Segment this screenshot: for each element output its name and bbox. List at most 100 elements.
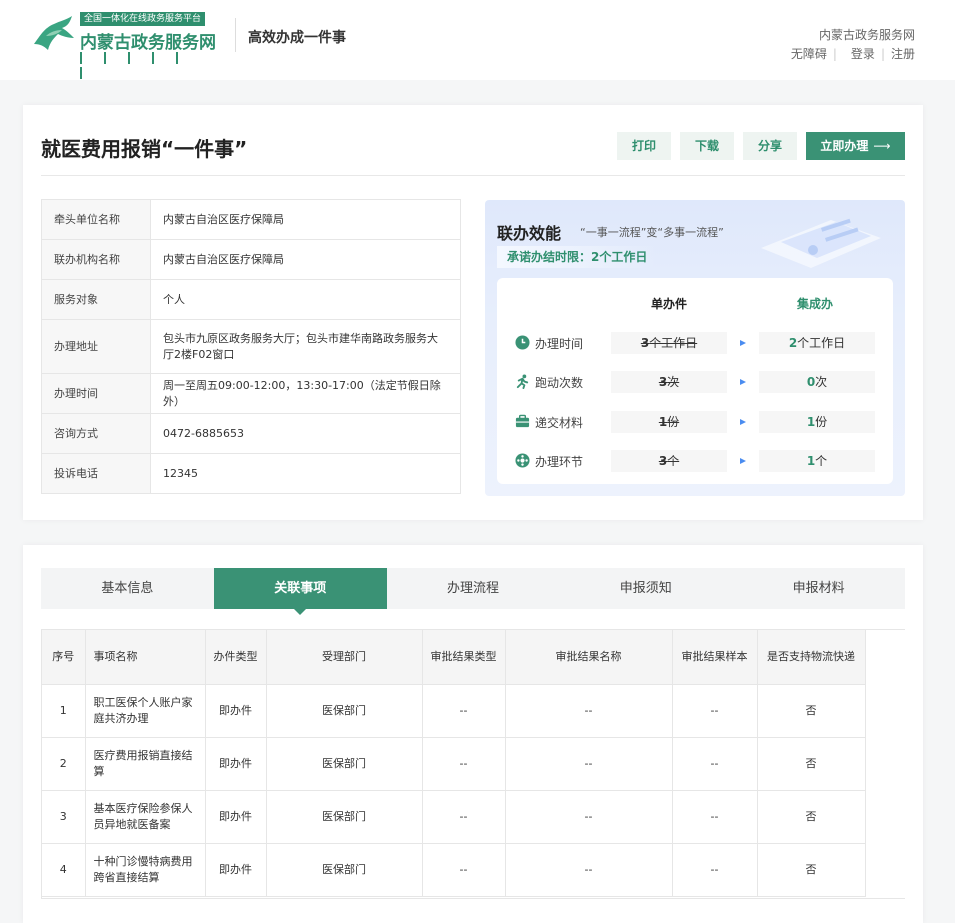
single-unit: 个工作日 bbox=[649, 336, 698, 350]
info-row: 咨询方式 0472-6885653 bbox=[41, 413, 461, 454]
item-name[interactable]: 基本医疗保险参保人员异地就医备案 bbox=[84, 789, 206, 844]
combined-value: 1份 bbox=[759, 411, 875, 433]
combined-number: 1 bbox=[806, 415, 816, 429]
combined-unit: 个 bbox=[815, 454, 828, 468]
info-row: 办理地址 包头市九原区政务服务大厅；包头市建华南路政务服务大厅2楼F02窗口 bbox=[41, 319, 461, 374]
print-button[interactable]: 打印 bbox=[617, 132, 671, 160]
combined-value: 0次 bbox=[759, 371, 875, 393]
result-name: -- bbox=[504, 789, 673, 844]
express-support: 否 bbox=[756, 736, 866, 791]
efficiency-title: 联办效能 bbox=[497, 224, 562, 243]
table-row[interactable]: 4 十种门诊慢特病费用跨省直接结算 即办件 医保部门 -- -- -- 否 bbox=[42, 842, 866, 897]
table-header: 事项名称 bbox=[84, 630, 206, 685]
info-label: 办理地址 bbox=[41, 319, 151, 374]
item-type: 即办件 bbox=[204, 736, 267, 791]
table-row[interactable]: 3 基本医疗保险参保人员异地就医备案 即办件 医保部门 -- -- -- 否 bbox=[42, 789, 866, 844]
item-name[interactable]: 医疗费用报销直接结算 bbox=[84, 736, 206, 791]
result-sample: -- bbox=[671, 683, 758, 738]
link-separator: | bbox=[832, 47, 837, 61]
single-column-header: 单办件 bbox=[651, 297, 688, 311]
info-label: 联办机构名称 bbox=[41, 239, 151, 280]
info-value: 个人 bbox=[150, 279, 461, 320]
share-button[interactable]: 分享 bbox=[743, 132, 797, 160]
info-row: 办理时间 周一至周五09:00-12:00，13:30-17:00（法定节假日除外… bbox=[41, 373, 461, 414]
combined-unit: 次 bbox=[815, 375, 828, 389]
info-row: 牵头单位名称 内蒙古自治区医疗保障局 bbox=[41, 199, 461, 240]
tab-related-items[interactable]: 关联事项 bbox=[213, 568, 387, 615]
running-icon bbox=[516, 374, 529, 389]
table-header: 序号 bbox=[42, 630, 86, 685]
table-header: 审批结果类型 bbox=[421, 630, 506, 685]
combined-value: 2个工作日 bbox=[759, 332, 875, 354]
result-type: -- bbox=[421, 789, 506, 844]
item-type: 即办件 bbox=[204, 842, 267, 897]
info-value: 内蒙古自治区医疗保障局 bbox=[150, 199, 461, 240]
express-support: 否 bbox=[756, 789, 866, 844]
table-row[interactable]: 2 医疗费用报销直接结算 即办件 医保部门 -- -- -- 否 bbox=[42, 736, 866, 791]
single-number: 3 bbox=[640, 336, 650, 350]
single-unit: 份 bbox=[667, 415, 680, 429]
item-name[interactable]: 职工医保个人账户家庭共济办理 bbox=[84, 683, 206, 738]
arrow-right-icon bbox=[740, 458, 746, 464]
comparison-row: 办理环节 3个 1个 bbox=[497, 450, 893, 472]
result-name: -- bbox=[504, 736, 673, 791]
site-name: 内蒙古政务服务网 bbox=[818, 28, 915, 42]
related-items-table: 序号 事项名称 办件类型 受理部门 审批结果类型 审批结果名称 审批结果样本 是… bbox=[42, 630, 866, 897]
info-row: 联办机构名称 内蒙古自治区医疗保障局 bbox=[41, 239, 461, 280]
comparison-label: 办理时间 bbox=[535, 337, 584, 351]
info-label: 投诉电话 bbox=[41, 453, 151, 494]
logo-platform-tag: 全国一体化在线政务服务平台 bbox=[80, 12, 206, 26]
comparison-row: 递交材料 1份 1份 bbox=[497, 411, 893, 433]
item-name[interactable]: 十种门诊慢特病费用跨省直接结算 bbox=[84, 842, 206, 897]
page-title: 就医费用报销“一件事” bbox=[41, 137, 248, 161]
tab-application-materials[interactable]: 申报材料 bbox=[732, 568, 905, 609]
horse-logo-icon bbox=[34, 16, 74, 50]
info-value: 包头市九原区政务服务大厅；包头市建华南路政务服务大厅2楼F02窗口 bbox=[150, 319, 461, 374]
item-department: 医保部门 bbox=[265, 842, 423, 897]
briefcase-icon bbox=[515, 414, 530, 428]
single-value: 3次 bbox=[611, 371, 727, 393]
result-type: -- bbox=[421, 683, 506, 738]
comparison-label: 跑动次数 bbox=[535, 376, 584, 390]
register-link[interactable]: 注册 bbox=[891, 45, 915, 62]
result-name: -- bbox=[504, 842, 673, 897]
combined-number: 2 bbox=[788, 336, 798, 350]
table-row[interactable]: 1 职工医保个人账户家庭共济办理 即办件 医保部门 -- -- -- 否 bbox=[42, 683, 866, 738]
table-header: 审批结果样本 bbox=[671, 630, 758, 685]
login-link[interactable]: 登录 bbox=[851, 45, 875, 62]
combined-number: 1 bbox=[806, 454, 816, 468]
arrow-right-icon bbox=[740, 379, 746, 385]
table-header: 受理部门 bbox=[265, 630, 423, 685]
comparison-panel: 单办件 集成办 办理时间 3个工作日 2个工作日 跑动次数 3次 0次 递交材料… bbox=[497, 278, 893, 484]
tab-application-notice[interactable]: 申报须知 bbox=[559, 568, 732, 609]
single-value: 3个工作日 bbox=[611, 332, 727, 354]
process-icon bbox=[515, 453, 530, 468]
info-row: 投诉电话 12345 bbox=[41, 453, 461, 494]
title-divider bbox=[41, 175, 905, 176]
header-slogan: 高效办成一件事 bbox=[248, 30, 346, 46]
result-name: -- bbox=[504, 683, 673, 738]
clock-icon bbox=[515, 335, 530, 350]
express-support: 否 bbox=[756, 842, 866, 897]
promise-value: 2个工作日 bbox=[591, 250, 648, 264]
site-logo[interactable]: 全国一体化在线政务服务平台 内蒙古政务服务网 bbox=[32, 12, 216, 79]
combined-column-header: 集成办 bbox=[797, 297, 834, 311]
tab-basic-info[interactable]: 基本信息 bbox=[41, 568, 214, 609]
site-header: 全国一体化在线政务服务平台 内蒙古政务服务网 高效办成一件事 内蒙古政务服务网 … bbox=[0, 0, 955, 80]
logo-title: 内蒙古政务服务网 bbox=[80, 33, 216, 53]
single-unit: 次 bbox=[667, 375, 680, 389]
table-header: 是否支持物流快递 bbox=[756, 630, 866, 685]
row-index: 2 bbox=[42, 736, 86, 791]
comparison-label: 递交材料 bbox=[535, 416, 584, 430]
accessibility-link[interactable]: 无障碍 bbox=[791, 45, 827, 62]
comparison-label: 办理环节 bbox=[535, 455, 584, 469]
item-type: 即办件 bbox=[204, 789, 267, 844]
promise-deadline: 承诺办结时限：2个工作日 bbox=[497, 246, 658, 268]
single-number: 3 bbox=[658, 454, 668, 468]
tab-process[interactable]: 办理流程 bbox=[387, 568, 560, 609]
info-label: 牵头单位名称 bbox=[41, 199, 151, 240]
download-button[interactable]: 下载 bbox=[680, 132, 734, 160]
table-header: 审批结果名称 bbox=[504, 630, 673, 685]
row-index: 1 bbox=[42, 683, 86, 738]
apply-now-button[interactable]: 立即办理 ⟶ bbox=[806, 132, 905, 160]
